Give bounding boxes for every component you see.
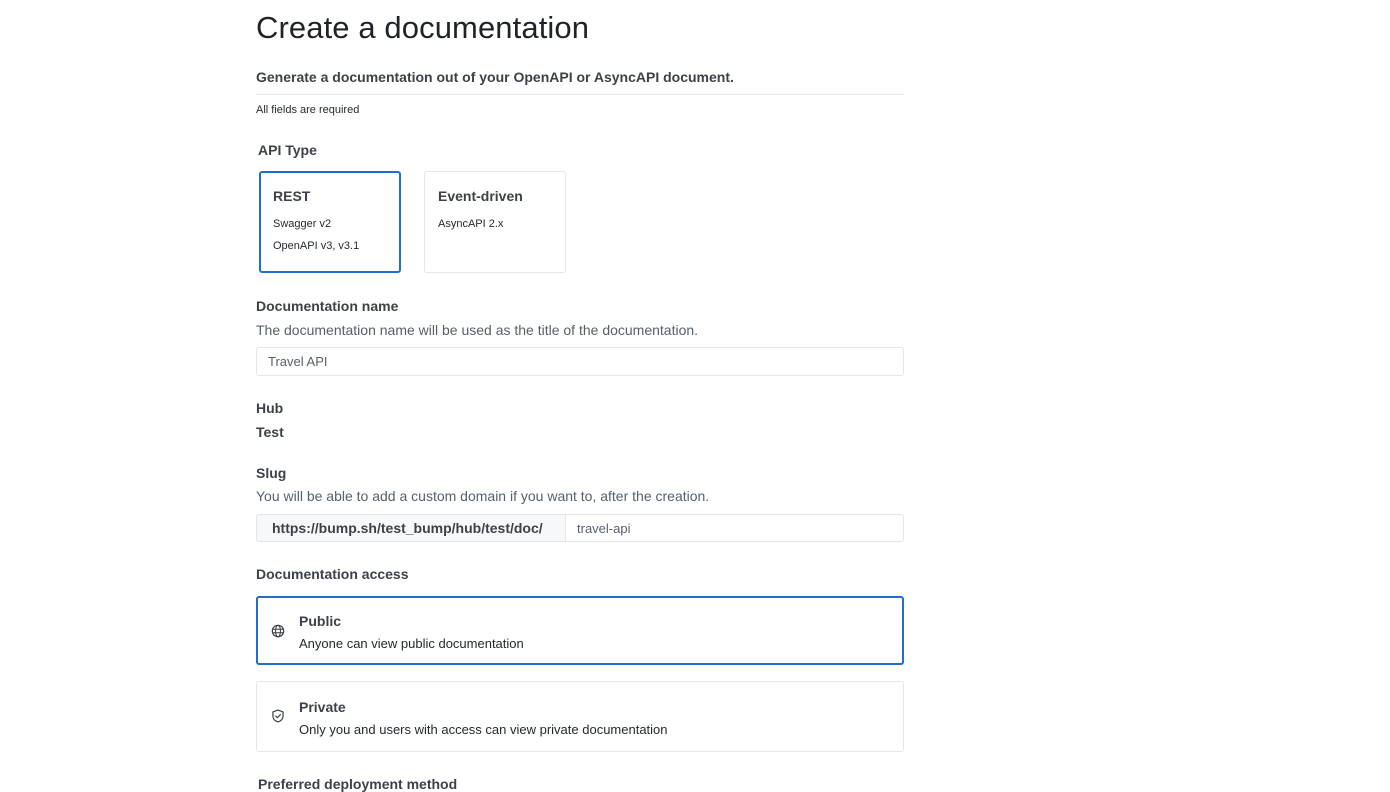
shield-check-icon	[272, 709, 284, 723]
api-type-event-driven-title: Event-driven	[438, 188, 523, 204]
access-option-private[interactable]: Private Only you and users with access c…	[256, 681, 904, 752]
access-label: Documentation access	[256, 566, 409, 582]
doc-name-label: Documentation name	[256, 298, 399, 314]
doc-name-help: The documentation name will be used as t…	[256, 322, 699, 338]
hub-label: Hub	[256, 400, 284, 416]
api-type-rest-line-2: OpenAPI v3, v3.1	[273, 240, 360, 252]
deployment-method-label: Preferred deployment method	[258, 776, 458, 792]
slug-input[interactable]	[565, 514, 904, 542]
api-type-event-driven-line-1: AsyncAPI 2.x	[438, 218, 504, 230]
access-private-description: Only you and users with access can view …	[299, 722, 668, 737]
subtitle-divider	[256, 94, 904, 95]
required-fields-note: All fields are required	[256, 104, 360, 116]
page-subtitle: Generate a documentation out of your Ope…	[256, 69, 734, 85]
page-title: Create a documentation	[256, 10, 590, 45]
access-public-description: Anyone can view public documentation	[299, 636, 524, 651]
slug-label: Slug	[256, 465, 287, 481]
access-public-title: Public	[299, 613, 342, 629]
access-option-public[interactable]: Public Anyone can view public documentat…	[256, 596, 904, 665]
api-type-rest-title: REST	[273, 188, 311, 204]
globe-icon	[271, 624, 285, 638]
slug-input-group: https://bump.sh/test_bump/hub/test/doc/	[256, 514, 904, 542]
slug-help: You will be able to add a custom domain …	[256, 488, 710, 504]
api-type-rest-line-1: Swagger v2	[273, 218, 332, 230]
hub-value: Test	[256, 424, 284, 440]
doc-name-input[interactable]	[256, 347, 904, 376]
api-type-event-driven-card[interactable]: Event-driven AsyncAPI 2.x	[424, 171, 566, 273]
api-type-label: API Type	[258, 142, 317, 158]
access-private-title: Private	[299, 699, 346, 715]
slug-url-prefix: https://bump.sh/test_bump/hub/test/doc/	[256, 514, 565, 542]
api-type-rest-card[interactable]: REST Swagger v2 OpenAPI v3, v3.1	[259, 171, 401, 273]
